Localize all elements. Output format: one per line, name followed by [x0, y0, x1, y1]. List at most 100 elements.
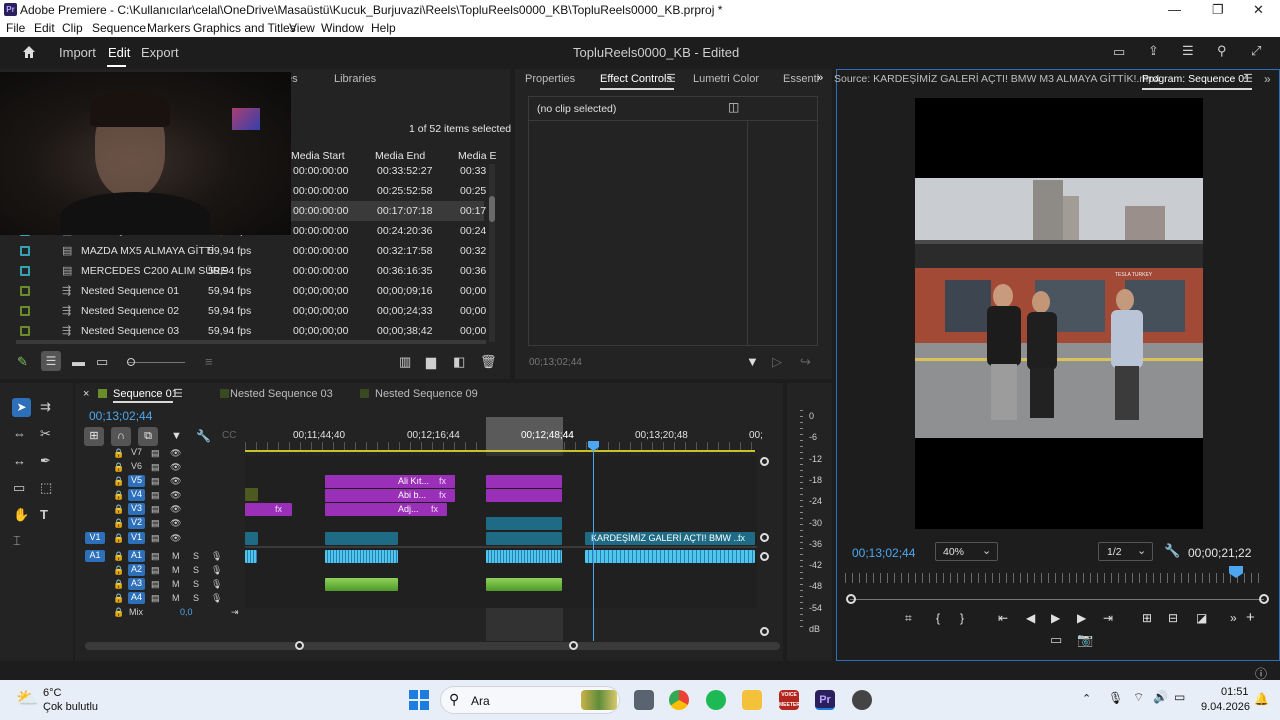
notification-icon[interactable]: 🔔 [1254, 692, 1269, 706]
eye-icon[interactable]: 👁 [170, 504, 181, 515]
play-audio-icon[interactable]: ▷ [772, 354, 782, 370]
new-item-icon[interactable]: ◧ [453, 354, 465, 370]
menu-edit[interactable]: Edit [34, 21, 55, 35]
eye-icon[interactable]: 👁 [170, 448, 181, 459]
zoom-bar-right-handle[interactable] [1259, 594, 1269, 604]
video-clip[interactable] [486, 532, 562, 545]
tab-essential[interactable]: Essenti [783, 73, 819, 85]
audio-clip[interactable] [245, 550, 257, 563]
solo-button[interactable]: S [193, 579, 199, 589]
menu-window[interactable]: Window [321, 21, 364, 35]
mix-value[interactable]: 0,0 [180, 607, 193, 617]
microphone-icon[interactable]: 🎙 [1108, 691, 1123, 705]
track-label[interactable]: V6 [128, 461, 145, 473]
task-view-icon[interactable] [634, 690, 654, 710]
chrome-icon[interactable] [669, 690, 689, 710]
menu-graphics[interactable]: Graphics and Titles [193, 21, 296, 35]
snap-icon[interactable]: ∩ [111, 427, 131, 446]
search-icon[interactable]: ⚲ [1217, 43, 1227, 59]
tab-sequence-01[interactable]: Sequence 01 [113, 388, 178, 400]
track-label[interactable]: V2 [128, 517, 145, 529]
microphone-icon[interactable]: 🎙 [211, 593, 222, 604]
wifi-icon[interactable]: ⌔ [1133, 690, 1144, 705]
track-label[interactable]: A3 [128, 578, 145, 590]
program-tab[interactable]: Program: Sequence 01 [1142, 73, 1250, 85]
solo-button[interactable]: S [193, 551, 199, 561]
compare-icon[interactable]: ◪ [1196, 611, 1207, 625]
eye-icon[interactable]: 👁 [170, 518, 181, 529]
ripple-edit-icon[interactable]: ⇔ [13, 426, 26, 441]
razor-icon[interactable]: ✂ [40, 426, 51, 442]
sequence-menu-icon[interactable]: ☰ [173, 387, 183, 400]
mute-button[interactable]: M [172, 593, 180, 603]
crop-icon[interactable]: ⬚ [40, 480, 52, 496]
play-icon[interactable]: ▶ [1051, 611, 1060, 625]
track-label[interactable]: A4 [128, 592, 145, 604]
eye-icon[interactable]: 👁 [170, 462, 181, 473]
sync-lock-icon[interactable]: ▤ [151, 448, 160, 459]
zoom-dropdown[interactable]: 40% ⌄ [935, 542, 998, 561]
track-label[interactable]: V1 [128, 532, 145, 544]
header-media-start[interactable]: Media Start [291, 150, 345, 162]
step-back-icon[interactable]: ◀ [1026, 611, 1035, 625]
effect-controls-menu-icon[interactable]: ☰ [666, 72, 676, 85]
project-row[interactable]: ⇶ Nested Sequence 02 59,94 fps 00;00;00;00 0… [14, 301, 486, 321]
menu-sequence[interactable]: Sequence [92, 21, 146, 35]
captions-icon[interactable]: CC [222, 430, 236, 441]
fullscreen-icon[interactable]: ⤢ [1251, 43, 1261, 59]
eye-icon[interactable]: 👁 [170, 476, 181, 487]
hand-icon[interactable]: ✋ [13, 507, 29, 523]
menu-clip[interactable]: Clip [62, 21, 83, 35]
freeform-view-icon[interactable]: ▭ [96, 354, 108, 370]
lock-icon[interactable]: 🔒 [113, 518, 124, 529]
menu-help[interactable]: Help [371, 21, 396, 35]
lock-icon[interactable]: 🔒 [113, 448, 124, 459]
sync-lock-icon[interactable]: ▤ [151, 551, 160, 562]
sync-lock-icon[interactable]: ▤ [151, 533, 160, 544]
show-hidden-icons-icon[interactable]: ⌃ [1082, 692, 1091, 705]
video-clip[interactable] [486, 517, 562, 530]
audio-clip[interactable] [325, 578, 398, 591]
toggle-timeline-icon[interactable]: ◫ [728, 100, 739, 114]
sync-lock-icon[interactable]: ▤ [151, 462, 160, 473]
panel-layout-icon[interactable]: ▭ [1113, 44, 1125, 60]
solo-button[interactable]: S [193, 593, 199, 603]
vr-view-icon[interactable]: ▭ [1050, 632, 1062, 648]
timeline-timecode[interactable]: 00;13;02;44 [89, 409, 152, 423]
lock-icon[interactable]: 🔒 [113, 504, 124, 515]
project-row[interactable]: ▤ MERCEDES C200 ALIM SÜRE 59,94 fps 00:00:0… [14, 261, 486, 281]
program-video[interactable]: TESLA TURKEY [915, 98, 1203, 529]
audio-clip[interactable] [585, 550, 755, 563]
menu-view[interactable]: View [289, 21, 315, 35]
weather-icon[interactable]: ⛅ [16, 688, 38, 709]
source-patch[interactable]: A1 [85, 550, 105, 562]
spotify-icon[interactable] [706, 690, 726, 710]
track-label[interactable]: A2 [128, 564, 145, 576]
zoom-bar-left-handle[interactable] [846, 594, 856, 604]
selection-tool-icon[interactable]: ➤ [12, 398, 31, 417]
tab-properties[interactable]: Properties [525, 73, 575, 85]
track-label[interactable]: V7 [128, 447, 145, 459]
program-timecode[interactable]: 00;13;02;44 [852, 546, 915, 560]
wrench-icon[interactable]: 🔧 [1164, 543, 1180, 559]
lock-icon[interactable]: 🔒 [113, 579, 124, 590]
tab-lumetri-color[interactable]: Lumetri Color [693, 73, 759, 85]
text-insert-icon[interactable]: ⌶ [13, 533, 21, 549]
track-label[interactable]: V5 [128, 475, 145, 487]
clock-time[interactable]: 01:51 [1221, 686, 1249, 698]
volume-icon[interactable]: 🔊 [1153, 690, 1168, 704]
add-button-icon[interactable]: + [1246, 609, 1255, 626]
weather-temp[interactable]: 6°C [43, 687, 61, 699]
video-clip[interactable] [486, 475, 562, 488]
menu-markers[interactable]: Markers [147, 21, 190, 35]
more-controls-icon[interactable]: » [1230, 611, 1237, 625]
track-label[interactable]: V4 [128, 489, 145, 501]
add-marker-icon[interactable]: ⌗ [905, 611, 912, 626]
close-icon[interactable]: ✕ [1253, 2, 1264, 18]
mark-out-icon[interactable]: } [960, 611, 964, 625]
zoom-slider-handle[interactable] [127, 358, 135, 366]
trash-icon[interactable]: 🗑 [480, 354, 497, 370]
lock-icon[interactable]: 🔒 [113, 476, 124, 487]
project-row[interactable]: ▤ MAZDA MX5 ALMAYA GİTTİ 59,94 fps 00:00:00… [14, 241, 486, 261]
mute-button[interactable]: M [172, 551, 180, 561]
